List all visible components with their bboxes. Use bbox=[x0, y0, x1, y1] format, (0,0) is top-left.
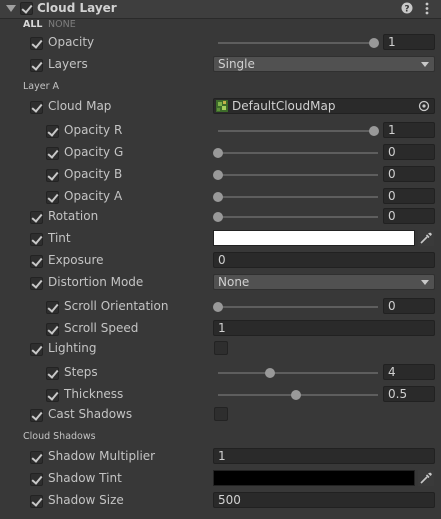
scroll-orientation-override-checkbox[interactable] bbox=[46, 301, 59, 314]
scroll-orientation-slider[interactable] bbox=[218, 306, 378, 308]
shadow-multiplier-override-checkbox[interactable] bbox=[30, 451, 43, 464]
tint-label: Tint bbox=[48, 231, 71, 245]
rotation-slider[interactable] bbox=[218, 216, 378, 218]
rotation-label: Rotation bbox=[48, 209, 99, 223]
opacity-a-slider-knob[interactable] bbox=[213, 192, 223, 202]
section-layer-a: Layer A bbox=[23, 81, 60, 92]
exposure-label: Exposure bbox=[48, 253, 104, 267]
exposure-override-checkbox[interactable] bbox=[30, 255, 43, 268]
eyedropper-icon[interactable] bbox=[418, 470, 434, 486]
texture-icon bbox=[216, 100, 228, 112]
opacity-r-override-checkbox[interactable] bbox=[46, 125, 59, 138]
opacity-b-slider[interactable] bbox=[218, 174, 378, 176]
chevron-down-icon bbox=[421, 280, 429, 285]
lighting-override-checkbox[interactable] bbox=[30, 343, 43, 356]
rotation-slider-knob[interactable] bbox=[213, 212, 223, 222]
thickness-override-checkbox[interactable] bbox=[46, 389, 59, 402]
svg-text:?: ? bbox=[404, 5, 409, 15]
shadow-multiplier-field[interactable]: 1 bbox=[213, 448, 435, 464]
thickness-field[interactable]: 0.5 bbox=[383, 386, 435, 402]
shadow-tint-label: Shadow Tint bbox=[48, 471, 122, 485]
opacity-b-slider-knob[interactable] bbox=[213, 170, 223, 180]
shadow-tint-override-checkbox[interactable] bbox=[30, 473, 43, 486]
shadow-size-label: Shadow Size bbox=[48, 493, 124, 507]
rotation-override-checkbox[interactable] bbox=[30, 211, 43, 224]
opacity-override-checkbox[interactable] bbox=[30, 37, 43, 50]
steps-field[interactable]: 4 bbox=[383, 364, 435, 380]
lighting-toggle[interactable] bbox=[214, 341, 228, 355]
opacity-b-field[interactable]: 0 bbox=[383, 166, 435, 182]
distortion-mode-label: Distortion Mode bbox=[48, 275, 144, 289]
steps-label: Steps bbox=[64, 365, 98, 379]
opacity-g-slider-knob[interactable] bbox=[213, 148, 223, 158]
exposure-field[interactable]: 0 bbox=[213, 252, 435, 268]
component-title: Cloud Layer bbox=[37, 1, 117, 15]
cloud-map-override-checkbox[interactable] bbox=[30, 101, 43, 114]
cast-shadows-label: Cast Shadows bbox=[48, 407, 133, 421]
rotation-field[interactable]: 0 bbox=[383, 208, 435, 224]
layers-label: Layers bbox=[48, 57, 88, 71]
cloud-map-object-field[interactable]: DefaultCloudMap bbox=[213, 98, 435, 114]
steps-override-checkbox[interactable] bbox=[46, 367, 59, 380]
opacity-g-field[interactable]: 0 bbox=[383, 144, 435, 160]
none-button[interactable]: NONE bbox=[48, 19, 76, 30]
steps-slider[interactable] bbox=[218, 372, 378, 374]
opacity-label: Opacity bbox=[48, 35, 95, 49]
opacity-a-label: Opacity A bbox=[64, 189, 123, 203]
opacity-g-override-checkbox[interactable] bbox=[46, 147, 59, 160]
opacity-g-label: Opacity G bbox=[64, 145, 124, 159]
help-icon[interactable]: ? bbox=[401, 2, 413, 14]
layers-dropdown-value: Single bbox=[218, 57, 255, 71]
opacity-a-slider[interactable] bbox=[218, 196, 378, 198]
opacity-g-slider[interactable] bbox=[218, 152, 378, 154]
shadow-multiplier-label: Shadow Multiplier bbox=[48, 449, 156, 463]
scroll-speed-field[interactable]: 1 bbox=[213, 320, 435, 336]
scroll-speed-override-checkbox[interactable] bbox=[46, 323, 59, 336]
shadow-tint-color-swatch[interactable] bbox=[213, 470, 415, 486]
opacity-slider-knob[interactable] bbox=[369, 38, 379, 48]
shadow-size-override-checkbox[interactable] bbox=[30, 495, 43, 508]
target-icon[interactable] bbox=[418, 100, 430, 112]
opacity-r-slider-knob[interactable] bbox=[369, 126, 379, 136]
layers-override-checkbox[interactable] bbox=[30, 59, 43, 72]
steps-slider-knob[interactable] bbox=[265, 368, 275, 378]
foldout-arrow-icon[interactable] bbox=[6, 5, 16, 12]
tint-override-checkbox[interactable] bbox=[30, 233, 43, 246]
scroll-orientation-slider-knob[interactable] bbox=[213, 302, 223, 312]
all-button[interactable]: ALL bbox=[23, 19, 42, 30]
tint-color-swatch[interactable] bbox=[213, 230, 415, 246]
opacity-r-slider[interactable] bbox=[218, 130, 378, 132]
lighting-label: Lighting bbox=[48, 341, 97, 355]
distortion-mode-value: None bbox=[218, 275, 250, 289]
cloud-map-label: Cloud Map bbox=[48, 99, 112, 113]
opacity-slider[interactable] bbox=[218, 42, 378, 44]
opacity-b-override-checkbox[interactable] bbox=[46, 169, 59, 182]
cast-shadows-toggle[interactable] bbox=[214, 407, 228, 421]
section-cloud-shadows: Cloud Shadows bbox=[23, 431, 96, 442]
thickness-label: Thickness bbox=[64, 387, 124, 401]
scroll-orientation-label: Scroll Orientation bbox=[64, 299, 169, 313]
opacity-r-field[interactable]: 1 bbox=[383, 122, 435, 138]
cloud-map-value: DefaultCloudMap bbox=[232, 99, 336, 113]
opacity-a-field[interactable]: 0 bbox=[383, 188, 435, 204]
cast-shadows-override-checkbox[interactable] bbox=[30, 409, 43, 422]
chevron-down-icon bbox=[421, 62, 429, 67]
thickness-slider-knob[interactable] bbox=[291, 390, 301, 400]
shadow-size-field[interactable]: 500 bbox=[213, 492, 435, 508]
opacity-a-override-checkbox[interactable] bbox=[46, 191, 59, 204]
distortion-mode-dropdown[interactable]: None bbox=[213, 274, 435, 290]
scroll-orientation-field[interactable]: 0 bbox=[383, 298, 435, 314]
opacity-r-label: Opacity R bbox=[64, 123, 123, 137]
distortion-mode-override-checkbox[interactable] bbox=[30, 277, 43, 290]
opacity-field[interactable]: 1 bbox=[383, 34, 435, 50]
scroll-speed-label: Scroll Speed bbox=[64, 321, 139, 335]
component-enabled-checkbox[interactable] bbox=[20, 2, 33, 15]
layers-dropdown[interactable]: Single bbox=[213, 56, 435, 72]
component-header[interactable]: Cloud Layer ? bbox=[0, 0, 441, 19]
eyedropper-icon[interactable] bbox=[418, 230, 434, 246]
opacity-b-label: Opacity B bbox=[64, 167, 123, 181]
kebab-menu-icon[interactable] bbox=[424, 2, 430, 15]
